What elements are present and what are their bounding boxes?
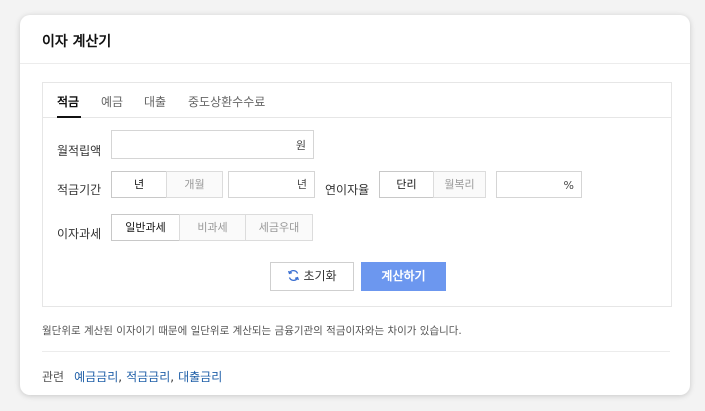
period-input[interactable]: 년 — [228, 171, 315, 198]
related-links: 관련 예금금리, 적금금리, 대출금리 — [42, 368, 222, 385]
title-divider — [20, 63, 690, 64]
related-link-deposit-rate[interactable]: 예금금리 — [74, 370, 118, 384]
refresh-icon — [288, 270, 300, 281]
rate-input-unit: % — [563, 179, 574, 192]
tax-exempt-option[interactable]: 비과세 — [179, 214, 246, 241]
tab-loan[interactable]: 대출 — [144, 93, 166, 110]
period-label: 적금기간 — [57, 183, 102, 197]
note-divider — [42, 351, 670, 352]
tab-prepayment-fee[interactable]: 중도상환수수료 — [188, 93, 265, 110]
period-unit-year-option[interactable]: 년 — [111, 171, 167, 198]
link-separator: , — [170, 370, 175, 384]
related-label: 관련 — [42, 370, 65, 384]
reset-button[interactable]: 초기화 — [270, 262, 354, 291]
monthly-deposit-unit: 원 — [295, 139, 306, 152]
tab-bar: 적금 예금 대출 중도상환수수료 — [43, 83, 671, 118]
calculate-button[interactable]: 계산하기 — [361, 262, 446, 291]
link-separator: , — [118, 370, 123, 384]
monthly-deposit-label: 월적립액 — [57, 144, 102, 158]
related-link-savings-rate[interactable]: 적금금리 — [126, 370, 170, 384]
period-input-unit: 년 — [296, 178, 307, 191]
rate-monthly-compound-option[interactable]: 월복리 — [433, 171, 486, 198]
tab-deposit[interactable]: 예금 — [101, 93, 123, 110]
rate-simple-option[interactable]: 단리 — [379, 171, 434, 198]
period-unit-month-option[interactable]: 개월 — [166, 171, 223, 198]
calculation-note: 월단위로 계산된 이자이기 때문에 일단위로 계산되는 금융기관의 적금이자와는… — [42, 325, 462, 337]
calculator-card: 이자 계산기 적금 예금 대출 중도상환수수료 월적립액 원 적금기간 년 개월… — [20, 15, 690, 395]
related-link-loan-rate[interactable]: 대출금리 — [178, 370, 222, 384]
tax-label: 이자과세 — [57, 227, 102, 241]
tax-general-option[interactable]: 일반과세 — [111, 214, 180, 241]
reset-button-label: 초기화 — [303, 269, 337, 283]
card-title: 이자 계산기 — [42, 34, 112, 50]
calculator-panel: 적금 예금 대출 중도상환수수료 월적립액 원 적금기간 년 개월 년 연이자율… — [42, 82, 672, 307]
rate-label: 연이자율 — [325, 183, 370, 197]
monthly-deposit-input[interactable]: 원 — [111, 130, 314, 159]
tax-preferential-option[interactable]: 세금우대 — [245, 214, 313, 241]
tab-savings[interactable]: 적금 — [57, 93, 79, 110]
rate-input[interactable]: % — [496, 171, 582, 198]
active-tab-underline — [57, 116, 81, 118]
